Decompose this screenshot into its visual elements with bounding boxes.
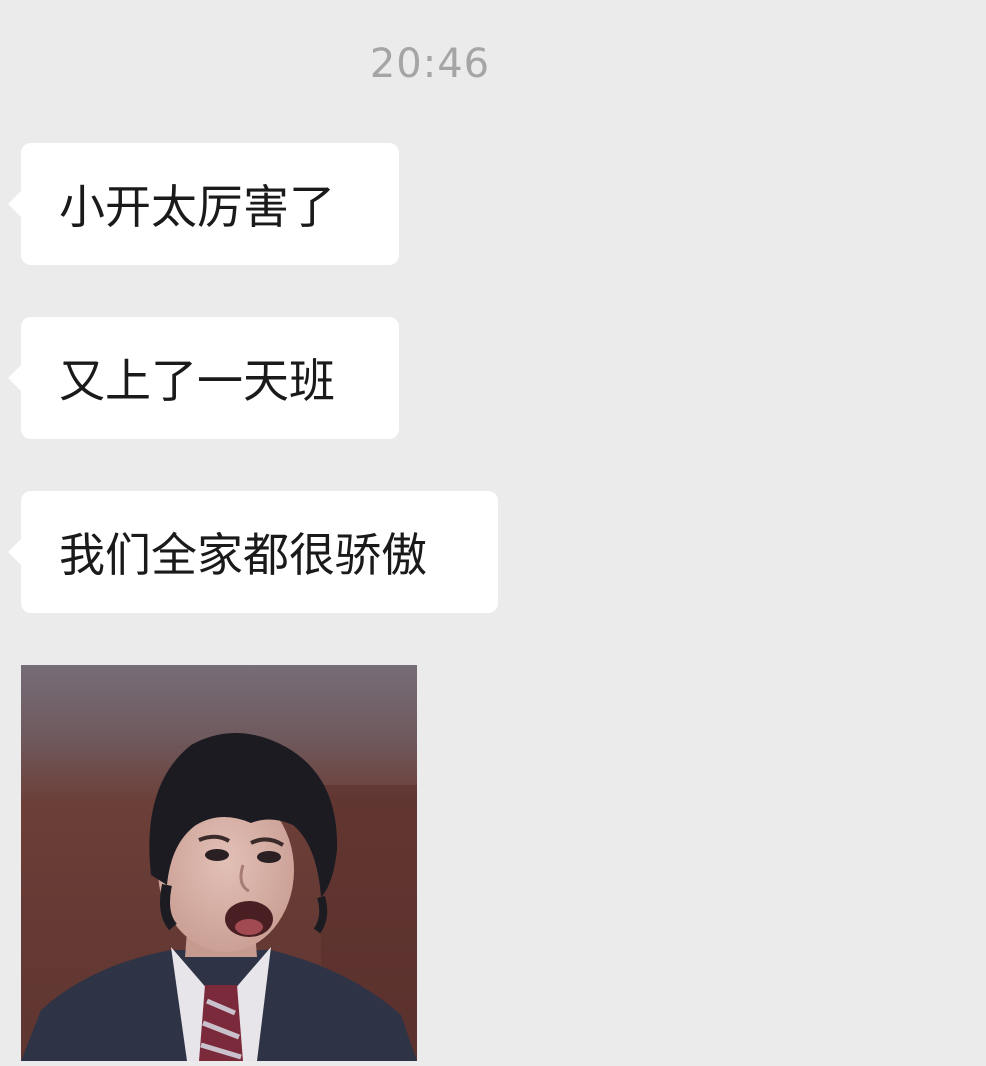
message-bubble[interactable]: 我们全家都很骄傲 [8,491,498,613]
left-eye [205,849,229,861]
sticker-message[interactable] [21,665,417,1061]
sticker-surprised-boy-icon [21,665,417,1061]
message-bubble[interactable]: 小开太厉害了 [8,143,399,265]
right-eye [257,851,281,863]
message-text: 我们全家都很骄傲 [59,528,427,582]
message-text: 小开太厉害了 [59,180,335,234]
message-bubble[interactable]: 又上了一天班 [8,317,399,439]
chat-timestamp: 20:46 [369,41,491,87]
message-text: 又上了一天班 [59,354,335,408]
